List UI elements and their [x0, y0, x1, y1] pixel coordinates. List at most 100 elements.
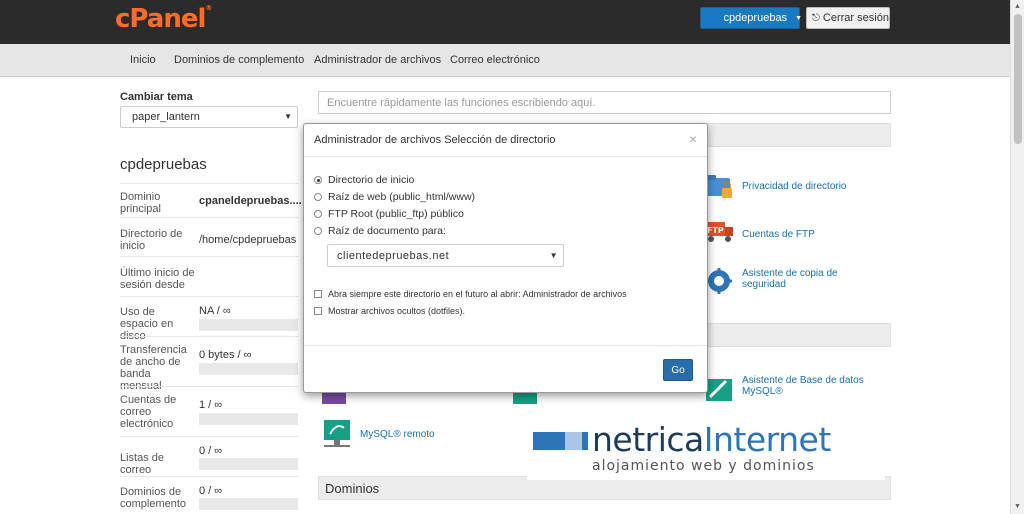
stat-addon-domains: Dominios de complemento 0 / ∞ [120, 476, 298, 514]
dialog-title: Administrador de archivos Selección de d… [314, 134, 556, 146]
logout-button[interactable]: ⎋ Cerrar sesión [806, 7, 890, 29]
domain-select[interactable]: clientedepruebas.net ▼ [327, 244, 564, 267]
tool-label: Asistente de Base de datos MySQL® [742, 375, 864, 397]
radio-web-root[interactable]: Raíz de web (public_html/www) [314, 191, 475, 203]
stat-disk-usage: Uso de espacio en disco NA / ∞ [120, 296, 298, 342]
stat-mailing-lists: Listas de correo 0 / ∞ [120, 436, 298, 476]
stat-email-accounts: Cuentas de correo electrónico 1 / ∞ [120, 386, 298, 436]
stat-label: Transferencia de ancho de banda mensual [120, 344, 187, 392]
user-menu-label: cpdepruebas [723, 12, 788, 24]
stat-value: /home/cpdepruebas [199, 234, 297, 246]
stat-label: Listas de correo [120, 452, 165, 476]
tool-ftp-accounts[interactable]: FTP Cuentas de FTP [704, 218, 815, 248]
scroll-down-icon[interactable]: ▼ [1014, 503, 1021, 510]
domain-select-value: clientedepruebas.net [337, 249, 450, 262]
tool-label: Asistente de copia de seguridad [742, 268, 838, 290]
ftp-truck-icon: FTP [704, 218, 734, 248]
stat-bandwidth: Transferencia de ancho de banda mensual … [120, 336, 298, 392]
page-scrollbar[interactable]: ▲ ▼ [1010, 0, 1024, 514]
main-nav: Inicio Dominios de complemento Administr… [0, 44, 1010, 77]
dropdown-arrow-icon: ▼ [549, 251, 558, 260]
stat-value: NA / ∞ [199, 305, 231, 317]
section-title: Dominios [325, 481, 380, 496]
radio-dot[interactable] [314, 210, 322, 218]
netrica-watermark: netricaInternet alojamiento web y domini… [527, 420, 885, 480]
backup-gear-icon [704, 266, 734, 296]
stat-label: Dominios de complemento [120, 486, 187, 510]
stat-value: cpaneldepruebas.... [199, 195, 302, 207]
cpanel-logo[interactable]: cPanel® [115, 4, 212, 34]
watermark-brand: netricaInternet [592, 422, 831, 458]
remote-mysql-icon [322, 418, 352, 448]
theme-label: Cambiar tema [120, 91, 193, 103]
stat-home-dir: Directorio de inicio /home/cpdepruebas [120, 217, 298, 259]
tool-label: Privacidad de directorio [742, 181, 847, 192]
stat-label: Cuentas de correo electrónico [120, 394, 177, 430]
theme-select-value: paper_lantern [132, 111, 200, 123]
watermark-tagline: alojamiento web y dominios [592, 458, 815, 474]
tool-directory-privacy[interactable]: Privacidad de directorio [704, 170, 847, 200]
dialog-footer-divider [304, 345, 707, 346]
usage-bar [199, 363, 298, 375]
watermark-brand-b: Internet [703, 420, 832, 459]
folder-lock-icon [704, 170, 734, 200]
scroll-thumb[interactable] [1014, 14, 1022, 144]
search-placeholder: Encuentre rápidamente las funciones escr… [327, 96, 596, 109]
checkbox-always-open[interactable]: Abra siempre este directorio en el futur… [314, 289, 627, 299]
radio-home-directory[interactable]: Directorio de inicio [314, 174, 414, 186]
user-icon: 👤 [708, 12, 721, 24]
radio-dot[interactable] [314, 193, 322, 201]
radio-ftp-root[interactable]: FTP Root (public_ftp) público [314, 208, 464, 220]
checkbox-label: Mostrar archivos ocultos (dotfiles). [328, 306, 466, 316]
stat-value: 1 / ∞ [199, 399, 223, 411]
tool-label: Cuentas de FTP [742, 229, 815, 240]
top-bar: cPanel® 👤 cpdepruebas ▼ ⎋ Cerrar sesión [0, 0, 1010, 44]
checkbox-box[interactable] [314, 290, 322, 298]
directory-selection-dialog: Administrador de archivos Selección de d… [303, 123, 708, 393]
watermark-brand-a: netrica [592, 420, 704, 459]
usage-bar [199, 458, 298, 470]
radio-dot[interactable] [314, 176, 322, 184]
radio-label: Raíz de documento para: [328, 225, 446, 237]
stat-label: Dominio principal [120, 191, 161, 215]
stat-value: 0 / ∞ [199, 485, 223, 497]
nav-home[interactable]: Inicio [130, 54, 156, 66]
radio-dot[interactable] [314, 227, 322, 235]
checkbox-label: Abra siempre este directorio en el futur… [328, 289, 627, 299]
stat-last-login: Último inicio de sesión desde [120, 256, 298, 296]
radio-label: Directorio de inicio [328, 174, 415, 186]
dialog-header: Administrador de archivos Selección de d… [304, 124, 707, 157]
go-button[interactable]: Go [663, 359, 693, 381]
sign-out-icon: ⎋ [812, 12, 820, 24]
stat-label: Último inicio de sesión desde [120, 267, 195, 291]
checkbox-box[interactable] [314, 307, 322, 315]
stat-label: Directorio de inicio [120, 228, 183, 252]
caret-down-icon: ▼ [795, 14, 802, 22]
user-menu-button[interactable]: 👤 cpdepruebas ▼ [700, 7, 802, 29]
logout-label: Cerrar sesión [822, 12, 889, 24]
usage-bar [199, 413, 298, 425]
tool-backup-wizard[interactable]: Asistente de copia de seguridad [704, 266, 852, 296]
radio-document-root[interactable]: Raíz de documento para: [314, 225, 446, 237]
watermark-logo-block [565, 432, 582, 450]
radio-label: FTP Root (public_ftp) público [328, 208, 464, 220]
radio-label: Raíz de web (public_html/www) [328, 191, 476, 203]
scroll-up-icon[interactable]: ▲ [1014, 3, 1021, 10]
close-icon[interactable]: × [689, 131, 697, 147]
usage-bar [199, 498, 298, 510]
search-input[interactable]: Encuentre rápidamente las funciones escr… [318, 91, 891, 114]
nav-file-manager[interactable]: Administrador de archivos [314, 54, 441, 66]
nav-email[interactable]: Correo electrónico [450, 54, 540, 66]
tool-label: MySQL® remoto [360, 429, 435, 440]
stat-value: 0 / ∞ [199, 445, 223, 457]
account-name: cpdepruebas [120, 156, 207, 173]
mysql-wizard-icon [704, 373, 734, 403]
tool-mysql-wizard[interactable]: Asistente de Base de datos MySQL® [704, 373, 867, 403]
usage-bar [199, 319, 298, 331]
svg-text:FTP: FTP [707, 226, 724, 235]
tool-remote-mysql[interactable]: MySQL® remoto [322, 418, 435, 448]
theme-select[interactable]: paper_lantern ▼ [120, 106, 298, 128]
checkbox-show-hidden[interactable]: Mostrar archivos ocultos (dotfiles). [314, 306, 465, 316]
stat-value: 0 bytes / ∞ [199, 349, 252, 361]
nav-addon-domains[interactable]: Dominios de complemento [174, 54, 304, 66]
